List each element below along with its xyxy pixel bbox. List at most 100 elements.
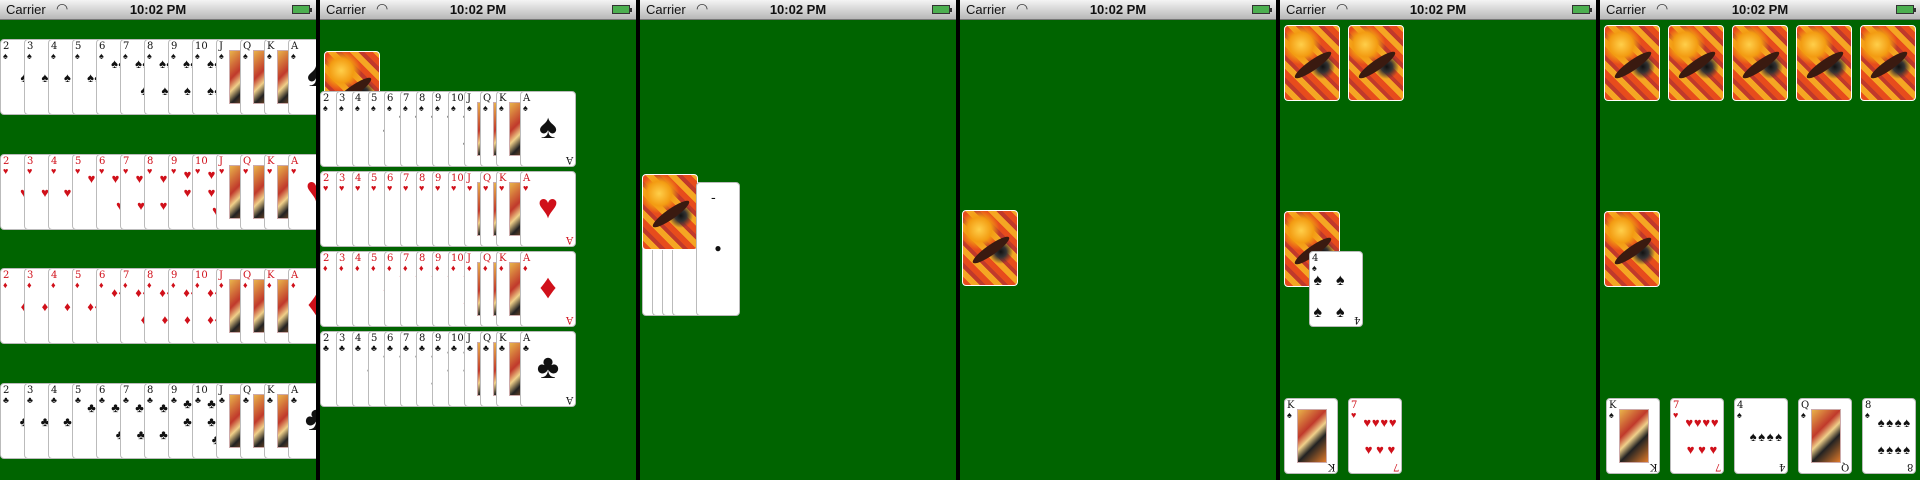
card-k-spades[interactable]: K♠K: [1284, 398, 1338, 474]
diamond-icon: ♦: [371, 263, 376, 273]
battery-icon: [1572, 5, 1592, 14]
card-a-clubs[interactable]: A♣♣A: [288, 383, 316, 459]
card-back[interactable]: [962, 210, 1018, 286]
card-rank: K: [1327, 461, 1335, 472]
card-a-diamonds[interactable]: A♦♦A: [520, 251, 576, 327]
battery-icon: [1896, 5, 1916, 14]
top-card-ace-clubs[interactable]: - ●: [696, 182, 740, 316]
diamond-icon: ♦: [183, 285, 190, 300]
club-icon: ♣: [87, 400, 96, 415]
card-back[interactable]: [1284, 25, 1340, 101]
spade-icon: ♠: [183, 56, 191, 71]
diamond-icon: ♦: [467, 263, 472, 273]
card-rank: A: [565, 234, 573, 245]
card-rank: 4: [1778, 461, 1785, 472]
spade-icon: ♠: [289, 58, 316, 92]
spade-icon: ♠: [135, 56, 143, 71]
heart-icon: ♥: [219, 166, 225, 176]
spade-icon: ♠: [207, 83, 215, 98]
spade-icon: ♠: [159, 56, 167, 71]
card-8-spades[interactable]: 8♠♠♠♠♠♠♠♠♠8: [1862, 398, 1916, 474]
spade-icon: ♠: [111, 56, 119, 71]
heart-icon: ♥: [1351, 410, 1357, 420]
card-back[interactable]: [642, 174, 698, 250]
card-a-spades[interactable]: A♠♠A: [520, 91, 576, 167]
heart-icon: ♥: [483, 183, 489, 193]
battery-icon: [932, 5, 952, 14]
club-icon: ♣: [243, 395, 249, 405]
card-rank: A: [565, 394, 573, 405]
card-7-hearts[interactable]: 7♥♥♥♥♥♥♥♥7: [1670, 398, 1724, 474]
heart-icon: ♥: [1380, 415, 1389, 430]
spade-icon: ♠: [1903, 442, 1911, 457]
card-back[interactable]: [1668, 25, 1724, 101]
diamond-icon: ♦: [219, 280, 224, 290]
face-card-art: [1619, 409, 1649, 463]
card-back[interactable]: [1604, 211, 1660, 287]
club-icon: ♣: [536, 348, 560, 386]
spade-icon: ♠: [1877, 415, 1885, 430]
card-rank: Q: [1840, 461, 1849, 472]
card-pips: ♠♠♠♠♠♠♠♠: [1877, 409, 1911, 463]
status-bar: Carrier ◠ 10:02 PM: [1280, 0, 1596, 20]
diamond-icon: ♦: [323, 263, 328, 273]
card-back[interactable]: [1860, 25, 1916, 101]
club-icon: ♣: [419, 343, 425, 353]
card-back[interactable]: [1604, 25, 1660, 101]
card-back[interactable]: [1732, 25, 1788, 101]
diamond-icon: ♦: [75, 280, 80, 290]
heart-icon: ♥: [1673, 410, 1679, 420]
card-a-hearts[interactable]: A♥♥A: [520, 171, 576, 247]
heart-icon: ♥: [183, 166, 192, 182]
card-a-spades[interactable]: A♠♠A: [288, 39, 316, 115]
spade-icon: ♠: [3, 51, 8, 61]
spade-icon: ♠: [1886, 442, 1894, 457]
spade-icon: ♠: [207, 56, 215, 71]
clock: 10:02 PM: [1409, 2, 1467, 17]
heart-icon: ♥: [99, 166, 105, 176]
spade-icon: ♠: [123, 51, 128, 61]
heart-icon: ♥: [183, 184, 192, 200]
card-k-spades[interactable]: K♠K: [1606, 398, 1660, 474]
card-pips: ♥♥♥♥♥♥♥: [1363, 409, 1397, 463]
spade-icon: ♠: [184, 83, 191, 98]
card-a-clubs[interactable]: A♣♣A: [520, 331, 576, 407]
club-icon: ♣: [123, 395, 129, 405]
diamond-icon: ♦: [387, 263, 392, 273]
club-icon: ♣: [171, 395, 177, 405]
diamond-icon: ♦: [195, 280, 200, 290]
club-icon: ♣: [267, 395, 273, 405]
status-bar: Carrier ◠ 10:02 PM: [1600, 0, 1920, 20]
heart-icon: ♥: [435, 183, 441, 193]
spade-icon: ♠: [339, 103, 344, 113]
diamond-icon: ♦: [539, 268, 557, 306]
heart-icon: ♥: [1387, 442, 1396, 457]
spade-icon: ♠: [419, 103, 424, 113]
spade-icon: ♠: [1801, 410, 1806, 420]
spade-icon: ♠: [1749, 428, 1757, 444]
diamond-icon: ♦: [207, 312, 214, 327]
panel-5: Carrier ◠ 10:02 PM 4 ♠ ♠♠ ♠♠ 4 K ♠ K 7 ♥ ♥ ♥ ♥ ♥…: [1280, 0, 1596, 480]
card-4-spades[interactable]: 4♠♠♠♠♠4: [1734, 398, 1788, 474]
spade-icon: ♠: [1609, 410, 1614, 420]
spade-icon: ♠: [75, 51, 80, 61]
battery-icon: [612, 5, 632, 14]
diamond-icon: ♦: [135, 285, 142, 300]
heart-icon: ♥: [1685, 415, 1694, 430]
card-a-hearts[interactable]: A♥♥A: [288, 154, 316, 230]
heart-icon: ♥: [323, 183, 329, 193]
diamond-icon: ♦: [171, 280, 176, 290]
card-q-spades[interactable]: Q♠Q: [1798, 398, 1852, 474]
spade-icon: ♠: [1287, 410, 1292, 420]
diamond-icon: ♦: [483, 263, 488, 273]
card-7-hearts[interactable]: 7♥♥♥♥♥♥♥♥7: [1348, 398, 1402, 474]
card-a-diamonds[interactable]: A♦♦A: [288, 268, 316, 344]
card-back[interactable]: [1796, 25, 1852, 101]
club-icon: ♣: [135, 400, 144, 415]
card-back[interactable]: [1348, 25, 1404, 101]
club-icon: ♣: [371, 343, 377, 353]
heart-icon: ♥: [75, 166, 81, 176]
card-four-spades[interactable]: 4 ♠ ♠♠ ♠♠ 4: [1309, 251, 1363, 327]
card-rank: A: [565, 314, 573, 325]
heart-icon: ♥: [1710, 415, 1719, 430]
